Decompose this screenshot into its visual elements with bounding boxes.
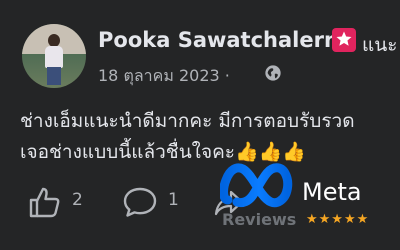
recommend-label: แนะ [362, 34, 398, 56]
reviews-label: Reviews [222, 210, 297, 229]
author-avatar[interactable] [22, 24, 86, 88]
avatar-person-legs [47, 67, 61, 85]
post-text-line-2: เจอช่างแบบนี้แล้วชื่นใจคะ👍👍👍 [20, 141, 306, 163]
globe-icon [265, 65, 281, 81]
post-text-line-1: ช่างเอ็มแนะนำดีมากคะ มีการตอบรับรวด [20, 110, 355, 132]
rating-stars: ★★★★★ [306, 212, 370, 227]
author-name[interactable]: Pooka Sawatchalerm [98, 28, 346, 52]
comment-bubble-icon[interactable] [122, 186, 158, 218]
recommend-star-icon [332, 28, 356, 52]
meta-brand-name: Meta [302, 178, 362, 206]
comment-count[interactable]: 1 [168, 190, 179, 210]
post-date[interactable]: 18 ตุลาคม 2023 · [98, 64, 230, 89]
post-text: ช่างเอ็มแนะนำดีมากคะ มีการตอบรับรวด เจอช… [20, 106, 395, 168]
meta-logo-icon [220, 163, 293, 208]
review-post-card: Pooka Sawatchalerm แนะ 18 ตุลาคม 2023 · … [0, 0, 400, 250]
avatar-person-body [45, 46, 63, 68]
thumbs-up-icon[interactable] [28, 186, 62, 218]
like-count[interactable]: 2 [72, 190, 83, 210]
